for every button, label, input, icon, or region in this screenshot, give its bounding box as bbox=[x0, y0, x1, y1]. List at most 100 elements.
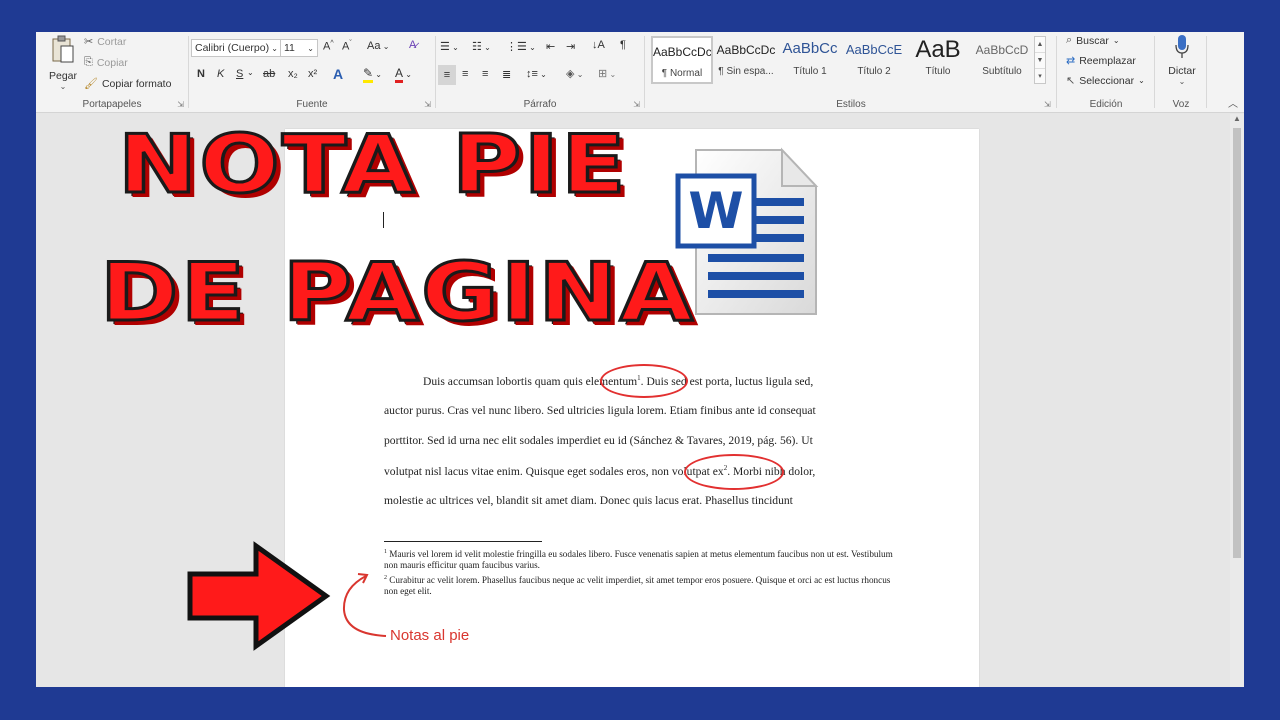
find-label: Buscar bbox=[1076, 34, 1109, 47]
text-effects-icon[interactable]: A bbox=[333, 66, 343, 82]
style-name: Subtítulo bbox=[982, 66, 1022, 77]
text-cursor bbox=[383, 212, 384, 228]
replace-icon: ⇄ bbox=[1066, 55, 1076, 67]
bullets-button[interactable]: ☰ ⌄ bbox=[440, 40, 459, 53]
find-button[interactable]: ⌕ Buscar ⌄ bbox=[1066, 34, 1120, 47]
style-name: Título bbox=[925, 66, 951, 77]
footnote-text: Curabitur ac velit lorem. Phasellus fauc… bbox=[384, 575, 891, 597]
increase-indent-icon[interactable]: ⇥ bbox=[566, 40, 575, 53]
font-family-select[interactable]: Calibri (Cuerpo) ⌄ bbox=[191, 39, 282, 57]
text-run: Duis accumsan lobortis quam quis bbox=[423, 374, 586, 388]
style-preview: AaB bbox=[915, 36, 961, 63]
word-logo-icon: W bbox=[674, 146, 820, 318]
voice-group: Dictar ⌄ Voz bbox=[1156, 32, 1206, 112]
subscript-button[interactable]: x₂ bbox=[288, 68, 298, 80]
align-left-icon[interactable]: ≡ bbox=[438, 65, 456, 85]
dictate-button[interactable]: Dictar ⌄ bbox=[1162, 34, 1202, 86]
word-letter: W bbox=[688, 182, 744, 240]
chevron-down-icon: ⌄ bbox=[1138, 76, 1145, 85]
scroll-up-icon[interactable]: ▲ bbox=[1230, 114, 1244, 126]
font-color-button[interactable]: A ⌄ bbox=[395, 66, 412, 83]
chevron-down-icon[interactable]: ⌄ bbox=[1162, 77, 1202, 86]
divider bbox=[644, 36, 645, 108]
big-red-arrow-icon bbox=[187, 541, 331, 651]
paste-button[interactable]: Pegar ⌄ bbox=[46, 35, 80, 91]
microphone-icon bbox=[1175, 35, 1189, 58]
style-preview: AaBbCcDc bbox=[716, 43, 776, 57]
font-size-select[interactable]: 11 ⌄ bbox=[280, 39, 318, 57]
body-line-4: volutpat nisl lacus vitae enim. Quisque … bbox=[384, 464, 884, 478]
vertical-scrollbar[interactable]: ▲ bbox=[1230, 114, 1244, 687]
highlight-circle-1 bbox=[600, 364, 688, 398]
scroll-thumb[interactable] bbox=[1233, 128, 1241, 558]
paste-chevron-icon[interactable]: ⌄ bbox=[46, 82, 80, 91]
decrease-indent-icon[interactable]: ⇤ bbox=[546, 40, 555, 53]
scroll-down-icon[interactable]: ▼ bbox=[1035, 53, 1045, 69]
show-marks-button[interactable]: ¶ bbox=[620, 39, 626, 51]
body-line-5: molestie ac ultrices vel, blandit sit am… bbox=[384, 494, 793, 507]
shading-button[interactable]: ◈ ⌄ bbox=[566, 67, 583, 80]
align-center-icon[interactable]: ≡ bbox=[462, 68, 468, 80]
select-button[interactable]: ↖ Seleccionar ⌄ bbox=[1066, 74, 1145, 88]
italic-button[interactable]: K bbox=[217, 68, 224, 80]
chevron-down-icon: ⌄ bbox=[307, 43, 314, 53]
font-launcher-icon[interactable]: ⇲ bbox=[424, 100, 431, 109]
multilevel-list-button[interactable]: ⋮☰ ⌄ bbox=[506, 40, 536, 53]
cut-button[interactable]: ✂ Cortar bbox=[84, 35, 126, 49]
body-line-2: auctor purus. Cras vel nunc libero. Sed … bbox=[384, 404, 816, 417]
style-name: Título 2 bbox=[857, 66, 891, 77]
bold-button[interactable]: N bbox=[197, 68, 205, 80]
thumbnail-title-line-2: DE PAGINA bbox=[98, 245, 696, 341]
footnote-separator bbox=[384, 541, 542, 542]
styles-gallery-scroll[interactable]: ▲ ▼ ▾ bbox=[1034, 36, 1046, 84]
change-case-button[interactable]: Aa ⌄ bbox=[367, 40, 389, 52]
collapse-ribbon-icon[interactable]: ︿ bbox=[1228, 95, 1238, 110]
line-spacing-button[interactable]: ↕≡ ⌄ bbox=[526, 68, 547, 80]
style-no-spacing[interactable]: AaBbCcDc ¶ Sin espa... bbox=[715, 36, 777, 84]
copy-button[interactable]: ⎘ Copiar bbox=[84, 56, 128, 69]
styles-gallery: AaBbCcDc ¶ Normal AaBbCcDc ¶ Sin espa...… bbox=[651, 36, 1034, 84]
borders-button[interactable]: ⊞ ⌄ bbox=[598, 67, 616, 80]
justify-icon[interactable]: ≣ bbox=[502, 68, 511, 81]
replace-button[interactable]: ⇄ Reemplazar bbox=[1066, 54, 1136, 68]
style-heading-1[interactable]: AaBbCc Título 1 bbox=[779, 36, 841, 84]
sort-icon[interactable]: ↓A bbox=[592, 39, 605, 51]
font-family-value: Calibri (Cuerpo) bbox=[195, 42, 270, 54]
styles-launcher-icon[interactable]: ⇲ bbox=[1044, 100, 1051, 109]
font-group-label: Fuente bbox=[296, 99, 328, 110]
align-right-icon[interactable]: ≡ bbox=[482, 68, 488, 80]
shrink-font-button[interactable]: Aˇ bbox=[342, 40, 352, 53]
paragraph-launcher-icon[interactable]: ⇲ bbox=[633, 100, 640, 109]
format-painter-button[interactable]: 🖌 Copiar formato bbox=[84, 77, 171, 91]
divider bbox=[1154, 36, 1155, 108]
style-normal[interactable]: AaBbCcDc ¶ Normal bbox=[651, 36, 713, 84]
clipboard-launcher-icon[interactable]: ⇲ bbox=[177, 100, 184, 109]
style-preview: AaBbCcD bbox=[975, 43, 1029, 57]
styles-group-label: Estilos bbox=[836, 99, 866, 110]
text-run: volutpat nisl lacus vitae enim. Quisque … bbox=[384, 464, 652, 478]
brush-icon: 🖌 bbox=[84, 78, 98, 90]
body-line-3: porttitor. Sed id urna nec elit sodales … bbox=[384, 434, 813, 447]
scroll-up-icon[interactable]: ▲ bbox=[1035, 37, 1045, 53]
more-styles-icon[interactable]: ▾ bbox=[1035, 69, 1045, 84]
style-subtitle[interactable]: AaBbCcD Subtítulo bbox=[971, 36, 1033, 84]
voice-group-label: Voz bbox=[1172, 99, 1190, 110]
style-heading-2[interactable]: AaBbCcE Título 2 bbox=[843, 36, 905, 84]
scissors-icon: ✂ bbox=[84, 36, 94, 48]
chevron-down-icon[interactable]: ⌄ bbox=[247, 68, 254, 77]
ribbon-home: Pegar ⌄ ✂ Cortar ⎘ Copiar 🖌 Copiar formato … bbox=[36, 32, 1244, 113]
grow-font-button[interactable]: A^ bbox=[323, 40, 334, 53]
style-title[interactable]: AaB Título bbox=[907, 36, 969, 84]
change-case-label: Aa bbox=[367, 40, 381, 52]
strikethrough-button[interactable]: ab bbox=[263, 68, 275, 80]
clear-formatting-icon[interactable]: A̷ bbox=[409, 39, 416, 51]
style-name: Título 1 bbox=[793, 66, 827, 77]
hook-arrow-icon bbox=[342, 573, 387, 637]
cursor-arrow-icon: ↖ bbox=[1066, 75, 1076, 87]
underline-button[interactable]: S bbox=[236, 68, 243, 80]
superscript-button[interactable]: x² bbox=[308, 68, 317, 80]
highlight-button[interactable]: ✎ ⌄ bbox=[363, 66, 382, 83]
notes-label: Notas al pie bbox=[390, 627, 470, 644]
numbering-button[interactable]: ☷ ⌄ bbox=[472, 40, 491, 53]
chevron-down-icon: ⌄ bbox=[1112, 36, 1120, 45]
